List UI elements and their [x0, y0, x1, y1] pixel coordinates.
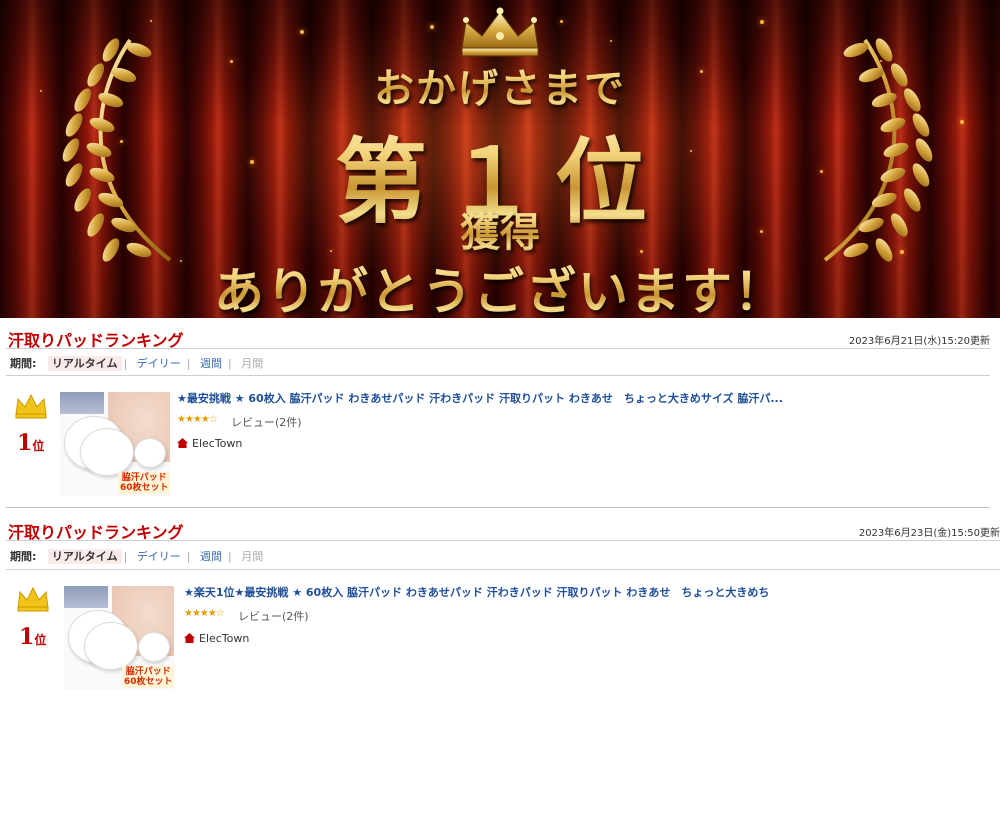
tab-separator: |: [186, 550, 191, 563]
divider: [6, 540, 1000, 541]
tab-daily[interactable]: デイリー: [133, 549, 185, 564]
banner-line-4: ありがとうございます！: [0, 252, 1000, 318]
divider: [6, 507, 990, 508]
rank-crown-icon: [15, 393, 47, 419]
product-title-link[interactable]: ★最安挑戦 ★ 60枚入 脇汗パッド わきあせパッド 汗わきパッド 汗取りパット…: [177, 390, 817, 406]
review-count-link[interactable]: レビュー(2件): [231, 414, 302, 430]
spark-particle: [560, 20, 563, 23]
period-tabs: 期間: リアルタイム | デイリー | 週間 | 月間: [10, 355, 267, 371]
tab-monthly: 月間: [241, 357, 264, 370]
tab-separator: |: [228, 357, 232, 370]
shop-link[interactable]: ElecTown: [177, 437, 242, 450]
product-title-link[interactable]: ★楽天1位★最安挑戦 ★ 60枚入 脇汗パッド わきあせパッド 汗わきパッド 汗…: [184, 584, 810, 600]
banner-line-1: おかげさまで: [0, 56, 1000, 114]
tab-separator: |: [123, 550, 128, 563]
tab-separator: |: [123, 357, 128, 370]
thumbnail-caption: 脇汗パッド 60枚セット: [118, 472, 170, 494]
rank-number: 1位: [19, 624, 47, 650]
tab-monthly: 月間: [241, 550, 264, 563]
shop-name: ElecTown: [192, 437, 243, 450]
banner-line-3: 獲得: [0, 200, 1000, 258]
thumbnail-caption: 脇汗パッド 60枚セット: [122, 666, 174, 688]
spark-particle: [430, 25, 434, 29]
updated-time: 2023年6月21日(水)15:20更新: [848, 336, 990, 347]
tab-realtime[interactable]: リアルタイム: [47, 356, 122, 371]
divider: [6, 569, 1000, 570]
updated-time: 2023年6月23日(金)15:50更新: [858, 528, 1000, 539]
rating-stars: ★★★★☆: [184, 608, 225, 619]
tab-weekly[interactable]: 週間: [196, 549, 226, 564]
tab-realtime[interactable]: リアルタイム: [47, 549, 122, 564]
crown-icon: [461, 7, 539, 57]
rank-crown-icon: [17, 586, 49, 612]
rank-number: 1位: [17, 430, 45, 456]
rating-stars: ★★★★☆: [177, 414, 218, 425]
spark-particle: [760, 20, 764, 24]
tab-separator: |: [186, 357, 191, 370]
ranking-banner: おかげさまで 第１位 獲得 ありがとうございます！: [0, 0, 1000, 318]
tab-daily[interactable]: デイリー: [133, 356, 185, 371]
review-count-link[interactable]: レビュー(2件): [238, 608, 309, 624]
ranking-section-2: 汗取りパッドランキング 2023年6月23日(金)15:50更新 期間: リアル…: [0, 510, 1000, 700]
tab-weekly[interactable]: 週間: [196, 356, 226, 371]
product-thumbnail[interactable]: 脇汗パッド 60枚セット: [60, 392, 170, 496]
period-label: 期間:: [10, 357, 37, 370]
shop-name: ElecTown: [199, 632, 250, 645]
home-icon: [184, 633, 195, 643]
period-tabs: 期間: リアルタイム | デイリー | 週間 | 月間: [10, 548, 267, 564]
spark-particle: [610, 40, 612, 42]
period-label: 期間:: [10, 550, 37, 563]
spark-particle: [300, 30, 304, 34]
divider: [6, 375, 990, 376]
shop-link[interactable]: ElecTown: [184, 632, 249, 645]
divider: [6, 348, 990, 349]
ranking-section-1: 汗取りパッドランキング 2023年6月21日(水)15:20更新 期間: リアル…: [0, 318, 1000, 508]
tab-separator: |: [228, 550, 232, 563]
product-thumbnail[interactable]: 脇汗パッド 60枚セット: [64, 586, 174, 690]
home-icon: [177, 438, 188, 448]
